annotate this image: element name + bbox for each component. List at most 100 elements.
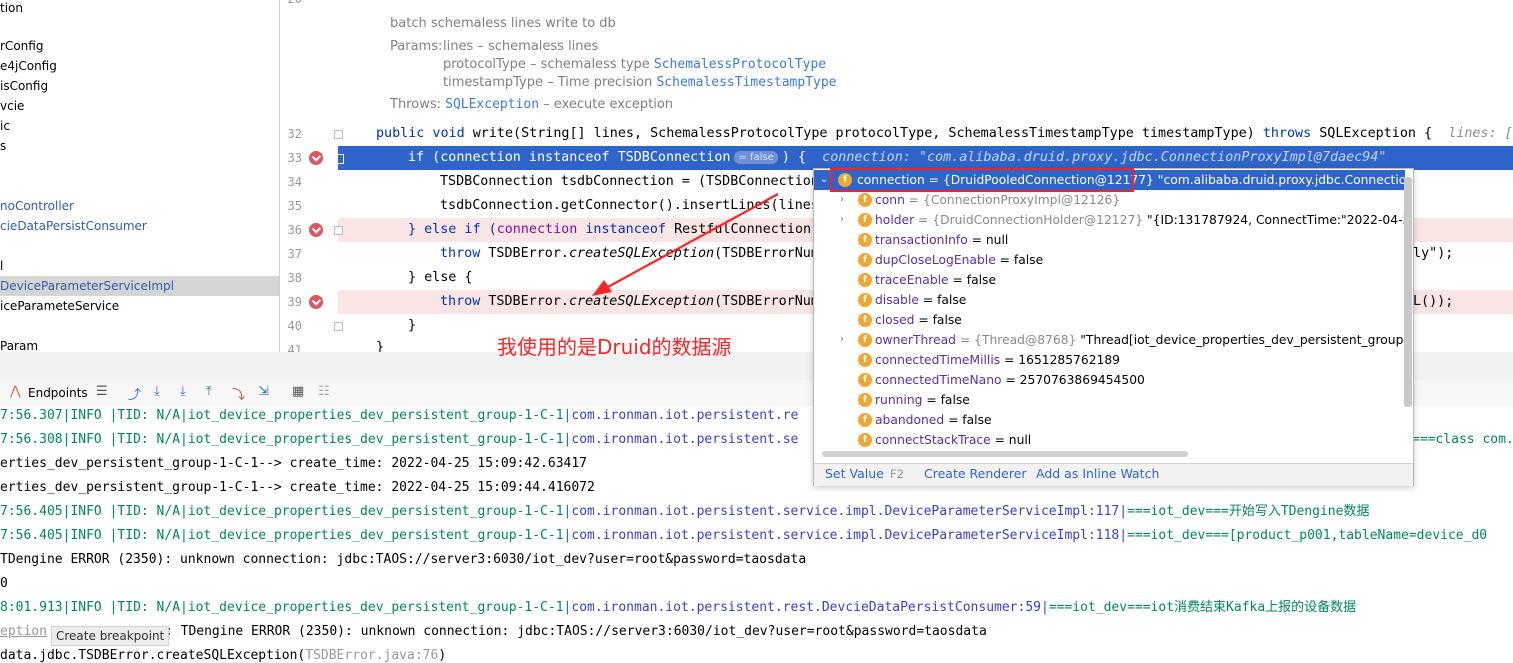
expand-icon[interactable]: ›	[840, 190, 844, 210]
project-tree-item[interactable]: tion	[0, 0, 23, 18]
field-icon: f	[858, 193, 872, 207]
console-text: : TDengine ERROR (2350): unknown connect…	[164, 624, 987, 639]
expand-icon[interactable]: ›	[840, 210, 844, 230]
variable-row[interactable]: › f conn = {ConnectionProxyImpl@12126}	[814, 190, 1405, 210]
code-line-40[interactable]: }	[408, 314, 416, 338]
project-tree-item[interactable]: cieDataPersistConsumer	[0, 216, 147, 236]
project-tree-item[interactable]: ic	[0, 116, 10, 136]
variable-row[interactable]: › f ownerThread = {Thread@8768} "Thread[io…	[814, 330, 1405, 350]
log-time: 7:56.405|	[0, 528, 71, 543]
step-into-icon[interactable]: ⤓	[180, 384, 186, 399]
variable-row[interactable]: f abandoned = false	[814, 410, 1405, 430]
log-class-link[interactable]: com.ironman.iot.persistent.se	[571, 432, 798, 447]
fold-icon[interactable]	[334, 322, 343, 331]
exception-link[interactable]: eption	[0, 624, 47, 639]
endpoints-tab[interactable]: Endpoints	[28, 386, 88, 400]
variable-row[interactable]: › f holder = {DruidConnectionHolder@12127}…	[814, 210, 1405, 230]
line-number: 35	[287, 199, 302, 213]
code-line-32[interactable]: public void write(String[] lines, Schema…	[376, 122, 1513, 146]
project-tree-panel: tion rConfig e4jConfig isConfig vcie ic s noCon…	[0, 0, 280, 352]
console-line[interactable]: 7:56.308|INFO |TID: N/A|iot_device_prope…	[0, 428, 1513, 452]
console-line[interactable]: erties_dev_persistent_group-1-C-1--> cre…	[0, 476, 595, 500]
variable-row[interactable]: f disable = false	[814, 290, 1405, 310]
log-level: INFO |TID: N/A|	[70, 504, 188, 519]
step-over-icon[interactable]: ⤓	[154, 384, 160, 399]
variable-name: connectStackTrace	[875, 433, 991, 447]
annotation-text: 我使用的是Druid的数据源	[497, 335, 732, 359]
project-tree-item[interactable]: noController	[0, 196, 74, 216]
drop-frame-icon[interactable]: ⤵	[232, 384, 245, 403]
log-class-link[interactable]: com.ironman.iot.persistent.service.impl.…	[571, 504, 1127, 519]
project-tree-item[interactable]: Param	[0, 336, 38, 352]
run-to-cursor-icon[interactable]: ⇲	[258, 384, 269, 399]
log-class-link[interactable]: com.ironman.iot.persistent.re	[571, 408, 798, 423]
project-tree-item[interactable]: e4jConfig	[0, 56, 57, 76]
fold-icon[interactable]	[334, 130, 343, 139]
stack-trace-link[interactable]: TSDBError.java:76	[305, 648, 438, 663]
console-line[interactable]: 8:01.913|INFO |TID: N/A|iot_device_prope…	[0, 596, 1356, 620]
variable-row[interactable]: f running = false	[814, 390, 1405, 410]
log-class-link[interactable]: com.ironman.iot.persistent.rest.DevcieDa…	[571, 600, 1048, 615]
console-line[interactable]: 0	[0, 572, 8, 596]
console-line[interactable]: data.jdbc.TSDBError.createSQLException(T…	[0, 644, 446, 663]
expand-icon[interactable]: ›	[840, 330, 844, 350]
doc-link-timestamp[interactable]: SchemalessTimestampType	[656, 75, 836, 90]
create-breakpoint-tooltip: Create breakpoint	[51, 626, 170, 646]
variable-text: dupCloseLogEnable = false	[875, 250, 1043, 270]
fold-icon[interactable]	[334, 226, 343, 235]
code-line-41[interactable]: }	[376, 336, 384, 352]
breakpoint-icon[interactable]	[309, 295, 323, 309]
add-inline-watch-button[interactable]: Add as Inline Watch	[1036, 466, 1159, 481]
project-tree-item[interactable]: l	[0, 256, 3, 276]
trace-icon[interactable]: ☷	[318, 384, 330, 399]
variable-row[interactable]: f dupCloseLogEnable = false	[814, 250, 1405, 270]
collapse-icon[interactable]: ⌄	[820, 170, 828, 190]
line-number: 33	[287, 151, 302, 165]
log-thread: iot_device_properties_dev_persistent_gro…	[187, 528, 572, 543]
code-line-33[interactable]: if (connection instanceof TSDBConnection…	[408, 146, 1387, 170]
console-line[interactable]: 7:56.307|INFO |TID: N/A|iot_device_prope…	[0, 406, 798, 428]
debug-variables-popup[interactable]: ⌄ f connection = {DruidPooledConnection@12…	[813, 168, 1414, 486]
variable-text: holder = {DruidConnectionHolder@12127} "…	[875, 210, 1405, 230]
endpoints-icon[interactable]: ⋀	[10, 384, 21, 399]
breakpoint-icon[interactable]	[309, 223, 323, 237]
doc-link-protocol[interactable]: SchemalessProtocolType	[654, 57, 826, 72]
step-out-icon[interactable]: ⤒	[206, 384, 212, 399]
log-class-link[interactable]: com.ironman.iot.persistent.service.impl.…	[571, 528, 1127, 543]
log-level: INFO |TID: N/A|	[70, 528, 188, 543]
console-line[interactable]: erties_dev_persistent_group-1-C-1--> cre…	[0, 452, 587, 476]
project-tree-item[interactable]: isConfig	[0, 76, 48, 96]
doc-link-sqlexception[interactable]: SQLException	[445, 97, 539, 112]
vertical-scrollbar[interactable]	[1404, 177, 1412, 407]
field-icon: f	[858, 213, 872, 227]
variable-row[interactable]: f transactionInfo = null	[814, 230, 1405, 250]
project-tree-item[interactable]: iceParameteService	[0, 296, 119, 316]
variable-value: = 2570763869454500	[1001, 373, 1145, 387]
log-time: 8:01.913|	[0, 600, 71, 615]
variable-row[interactable]: f closed = false	[814, 310, 1405, 330]
console-line[interactable]: 7:56.405|INFO |TID: N/A|iot_device_prope…	[0, 524, 1487, 548]
project-tree-item[interactable]: rConfig	[0, 36, 43, 56]
menu-icon[interactable]: ☰	[96, 384, 108, 399]
console-line[interactable]: 7:56.405|INFO |TID: N/A|iot_device_prope…	[0, 500, 1369, 524]
evaluate-expression-icon[interactable]: ▦	[292, 384, 304, 399]
variable-row[interactable]: f connectedTimeMillis = 1651285762189	[814, 350, 1405, 370]
project-tree-item[interactable]: s	[0, 136, 6, 156]
code-line-39-tail[interactable]: L());	[1413, 290, 1453, 314]
variable-row[interactable]: f connectedTimeNano = 2570763869454500	[814, 370, 1405, 390]
show-execution-point-icon[interactable]: ⤴	[128, 384, 141, 403]
code-line-38[interactable]: } else {	[408, 266, 473, 290]
project-tree-item[interactable]: DeviceParameterServiceImpl	[0, 276, 279, 296]
create-renderer-button[interactable]: Create Renderer	[924, 466, 1027, 481]
doc-param-protocol: protocolType – schemaless type Schemales…	[443, 57, 827, 72]
breakpoint-icon[interactable]	[309, 151, 323, 165]
set-value-button[interactable]: Set Value	[825, 466, 884, 481]
horizontal-scrollbar[interactable]	[822, 451, 1188, 457]
log-thread: iot_device_properties_dev_persistent_gro…	[187, 504, 572, 519]
variable-row[interactable]: f traceEnable = false	[814, 270, 1405, 290]
project-tree-item[interactable]: vcie	[0, 96, 24, 116]
console-line[interactable]: TDengine ERROR (2350): unknown connectio…	[0, 548, 806, 572]
variable-row[interactable]: f connectStackTrace = null	[814, 430, 1405, 450]
variable-value: = false	[944, 413, 992, 427]
field-icon: f	[858, 353, 872, 367]
